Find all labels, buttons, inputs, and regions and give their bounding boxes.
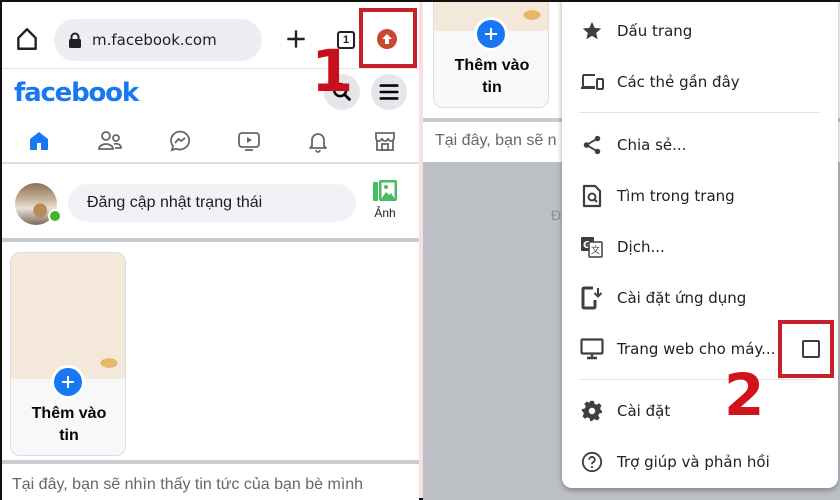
annotation-step-2: 2 xyxy=(724,361,765,429)
home-button[interactable] xyxy=(14,26,40,52)
feed-hint-text: Tại đây, bạn sẽ n xyxy=(435,132,557,149)
menu-button[interactable] xyxy=(371,74,407,110)
annotation-highlight-box-1 xyxy=(359,8,417,68)
nav-notifications[interactable] xyxy=(303,126,333,156)
home-icon xyxy=(30,132,48,150)
url-text: m.facebook.com xyxy=(92,31,217,49)
help-icon xyxy=(581,451,603,473)
share-icon xyxy=(583,135,601,155)
hamburger-icon xyxy=(379,84,399,100)
address-bar[interactable]: m.facebook.com xyxy=(54,19,262,61)
menu-separator xyxy=(579,112,819,113)
friends-icon xyxy=(98,131,122,150)
messenger-icon xyxy=(170,130,191,152)
annotation-step-1: 1 xyxy=(310,37,354,105)
screenshot-root: m.facebook.com 1 facebook 1 Đăng cập nhậ… xyxy=(0,0,840,500)
facebook-nav xyxy=(2,119,419,164)
video-icon xyxy=(238,132,260,151)
recent-tabs-icon xyxy=(581,74,604,90)
menu-separator xyxy=(579,379,819,380)
browser-overflow-menu: Dấu trang Các thẻ gần đây Chia sẻ... Tìm… xyxy=(562,2,838,488)
nav-watch[interactable] xyxy=(234,126,264,156)
stories-section: Thêm vào tin xyxy=(2,246,419,464)
story-label: Thêm vào tin xyxy=(31,405,107,444)
nav-marketplace[interactable] xyxy=(370,126,400,156)
left-panel: m.facebook.com 1 facebook 1 Đăng cập nhậ… xyxy=(2,2,419,500)
menu-item-bookmarks[interactable]: Dấu trang xyxy=(562,6,838,56)
menu-item-install-app[interactable]: Cài đặt ứng dụng xyxy=(562,273,838,323)
nav-friends[interactable] xyxy=(95,126,125,156)
facebook-logo[interactable]: facebook xyxy=(14,78,139,108)
desktop-icon xyxy=(580,338,604,360)
menu-item-help-feedback[interactable]: Trợ giúp và phản hồi xyxy=(562,437,838,487)
status-input[interactable]: Đăng cập nhật trạng thái xyxy=(68,184,356,222)
star-icon xyxy=(582,21,602,40)
settings-icon xyxy=(581,400,603,422)
translate-icon: G文 xyxy=(581,237,603,258)
add-story-button[interactable] xyxy=(474,17,508,51)
plus-icon xyxy=(62,376,74,388)
plus-icon xyxy=(485,28,497,40)
faded-text: Đ xyxy=(551,207,562,223)
browser-toolbar: m.facebook.com 1 xyxy=(2,2,419,69)
annotation-highlight-box-2 xyxy=(778,320,834,378)
online-indicator xyxy=(48,209,62,223)
home-icon xyxy=(17,28,37,50)
install-app-icon xyxy=(581,286,603,310)
svg-text:文: 文 xyxy=(591,244,600,256)
plus-icon xyxy=(287,30,305,48)
marketplace-icon xyxy=(375,132,395,151)
add-story-button[interactable] xyxy=(51,365,85,399)
menu-item-settings[interactable]: Cài đặt xyxy=(562,386,838,436)
create-story-card[interactable]: Thêm vào tin xyxy=(10,252,126,456)
story-label: Thêm vào tin xyxy=(454,57,530,96)
find-in-page-icon xyxy=(582,184,602,208)
nav-home[interactable] xyxy=(24,126,54,156)
menu-item-translate[interactable]: G文 Dịch... xyxy=(562,222,838,272)
story-image xyxy=(11,253,125,379)
menu-item-find-in-page[interactable]: Tìm trong trang xyxy=(562,171,838,221)
feed-hint-text: Tại đây, bạn sẽ nhìn thấy tin tức của bạ… xyxy=(12,476,364,493)
photo-icon xyxy=(373,180,397,201)
photo-label: Ảnh xyxy=(374,206,396,220)
nav-messenger[interactable] xyxy=(165,126,195,156)
status-composer: Đăng cập nhật trạng thái Ảnh xyxy=(2,167,419,242)
facebook-header: facebook xyxy=(2,69,419,119)
new-tab-button[interactable] xyxy=(283,26,309,52)
lock-icon xyxy=(69,32,81,48)
create-story-card[interactable]: Thêm vào tin xyxy=(433,2,549,108)
menu-item-share[interactable]: Chia sẻ... xyxy=(562,120,838,170)
right-panel: Thêm vào tin Tại đây, bạn sẽ n Đ Dấu tra… xyxy=(423,2,840,500)
menu-item-recent-tabs[interactable]: Các thẻ gần đây xyxy=(562,57,838,107)
photo-button[interactable]: Ảnh xyxy=(369,179,401,220)
bell-icon xyxy=(309,133,327,153)
